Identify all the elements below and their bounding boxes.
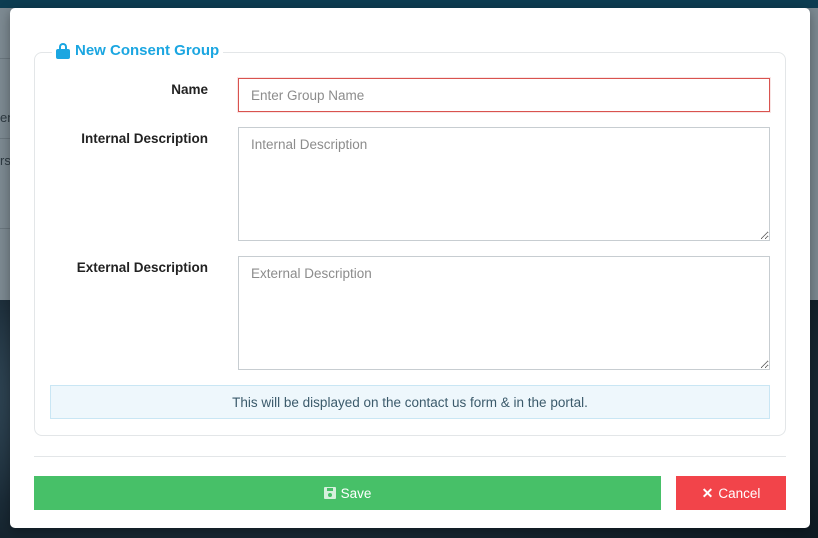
fieldset-legend: New Consent Group bbox=[52, 42, 224, 59]
save-button[interactable]: Save bbox=[34, 476, 661, 510]
internal-description-textarea[interactable] bbox=[238, 127, 770, 241]
footer-divider bbox=[34, 456, 786, 457]
internal-description-label: Internal Description bbox=[81, 131, 208, 146]
info-text: This will be displayed on the contact us… bbox=[232, 394, 588, 410]
external-description-textarea[interactable] bbox=[238, 256, 770, 370]
name-label: Name bbox=[171, 82, 208, 97]
cancel-button-label: Cancel bbox=[718, 485, 761, 501]
close-icon: ✕ bbox=[701, 485, 714, 501]
info-alert: This will be displayed on the contact us… bbox=[50, 385, 770, 419]
cancel-button[interactable]: ✕ Cancel bbox=[676, 476, 786, 510]
lock-icon bbox=[56, 42, 70, 59]
modal-title: New Consent Group bbox=[75, 42, 220, 59]
background-topbar bbox=[0, 0, 818, 8]
save-button-label: Save bbox=[340, 485, 372, 501]
floppy-disk-icon bbox=[323, 487, 336, 499]
group-name-input[interactable] bbox=[238, 78, 770, 112]
external-description-label: External Description bbox=[76, 260, 208, 275]
new-consent-group-modal: New Consent Group Name Internal Descript… bbox=[10, 8, 810, 528]
